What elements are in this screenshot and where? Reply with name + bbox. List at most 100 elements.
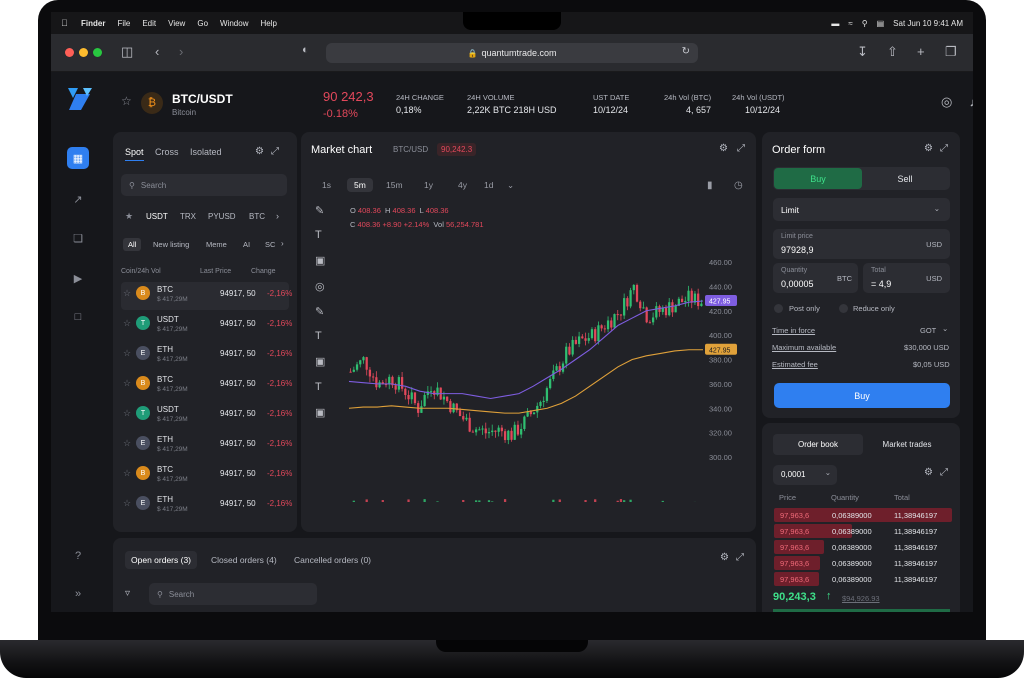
close-window-button[interactable] [65, 48, 74, 57]
favorite-star-icon[interactable]: ☆ [123, 468, 131, 479]
pencil-tool-icon[interactable]: ✎ [315, 204, 324, 217]
tab-closed-orders[interactable]: Closed orders (4) [211, 555, 277, 565]
order-book-row[interactable]: 97,963,6 0,06389000 11,38946197 [774, 572, 952, 587]
wifi-icon[interactable]: ≈ [848, 19, 852, 28]
tf-5m[interactable]: 5m [347, 178, 373, 192]
new-tab-icon[interactable]: + [917, 44, 925, 59]
reload-icon[interactable]: ↻ [682, 46, 690, 57]
menu-view[interactable]: View [168, 19, 185, 28]
address-bar[interactable]: 🔒 quantumtrade.com ↻ [326, 43, 698, 63]
chevron-down-icon[interactable]: ⌄ [942, 324, 948, 333]
order-book-row[interactable]: 97,963,6 0,06389000 11,38946197 [774, 508, 952, 523]
nav-gift-icon[interactable]: □ [67, 306, 89, 328]
menu-edit[interactable]: Edit [142, 19, 156, 28]
total-field[interactable]: Total = 4,9 USD [863, 263, 950, 293]
note-tool-icon[interactable]: ▣ [315, 355, 325, 368]
share-icon[interactable]: ⇧ [887, 44, 898, 60]
tf-4y[interactable]: 4y [458, 180, 467, 190]
quote-tab-trx[interactable]: TRX [180, 212, 196, 221]
menu-window[interactable]: Window [220, 19, 248, 28]
tab-market-trades[interactable]: Market trades [863, 434, 951, 455]
filter-all[interactable]: All [123, 238, 142, 251]
chart-expand-icon[interactable]: ⤢ [737, 143, 745, 154]
tf-1s[interactable]: 1s [322, 180, 331, 190]
brush-tool-icon[interactable]: ✎ [315, 305, 324, 318]
col-coin[interactable]: Coin/24h Vol [121, 268, 161, 275]
nav-video-icon[interactable]: ▶ [67, 267, 89, 289]
market-row[interactable]: ☆ T USDT $ 417,29M 94917, 50 -2,16% [121, 312, 292, 340]
market-row[interactable]: ☆ T USDT $ 417,29M 94917, 50 -2,16% [121, 402, 292, 430]
quote-tab-usdt[interactable]: USDT [146, 212, 168, 221]
buy-button[interactable]: Buy [774, 383, 950, 408]
nav-markets-icon[interactable]: ▦ [67, 147, 89, 169]
menu-file[interactable]: File [117, 19, 130, 28]
buy-tab[interactable]: Buy [774, 168, 862, 189]
pair-symbol[interactable]: BTC/USDT [172, 92, 233, 106]
book-settings-icon[interactable]: ⚙ [924, 467, 933, 478]
settings-sliders-icon[interactable]: ⚙ [255, 146, 264, 157]
menu-extra-icon[interactable]: ▤ [877, 19, 885, 28]
note-tool-icon[interactable]: ▣ [315, 254, 325, 267]
market-row[interactable]: ☆ B BTC $ 417,29M 94917, 50 -2,16% [121, 372, 292, 400]
menu-clock[interactable]: Sat Jun 10 9:41 AM [893, 19, 963, 28]
tab-cancelled-orders[interactable]: Cancelled orders (0) [294, 555, 371, 565]
order-book-row[interactable]: 97,963,6 0,06389000 11,38946197 [774, 540, 952, 555]
filter-sc[interactable]: SC [265, 240, 275, 249]
menu-help[interactable]: Help [260, 19, 276, 28]
tf-1y[interactable]: 1y [424, 180, 433, 190]
reduce-only-radio[interactable] [839, 304, 848, 313]
quote-tab-btc[interactable]: BTC [249, 212, 265, 221]
market-row[interactable]: ☆ E ETH $ 417,29M 94917, 50 -2,16% [121, 492, 292, 520]
filter-new-listing[interactable]: New listing [153, 240, 189, 249]
sell-tab[interactable]: Sell [862, 168, 948, 189]
market-row[interactable]: ☆ E ETH $ 417,29M 94917, 50 -2,16% [121, 432, 292, 460]
menu-app-name[interactable]: Finder [81, 19, 105, 28]
favorite-star-icon[interactable]: ☆ [123, 438, 131, 449]
favorite-star-icon[interactable]: ☆ [123, 318, 131, 329]
col-last-price[interactable]: Last Price [200, 268, 231, 275]
quantity-field[interactable]: Quantity 0,00005 BTC [773, 263, 858, 293]
tab-cross[interactable]: Cross [155, 147, 179, 157]
minimize-window-button[interactable] [79, 48, 88, 57]
favorite-star-icon[interactable]: ☆ [123, 498, 131, 509]
apple-icon[interactable]:  [61, 18, 71, 28]
order-expand-icon[interactable]: ⤢ [940, 143, 948, 154]
tab-isolated[interactable]: Isolated [190, 147, 222, 157]
filter-meme[interactable]: Meme [206, 240, 227, 249]
nav-chart-icon[interactable]: ↗ [67, 188, 89, 210]
favorite-star-icon[interactable]: ☆ [121, 94, 132, 108]
shield-icon[interactable]: ◐ [302, 44, 309, 56]
candle-type-icon[interactable]: ▮ [707, 180, 713, 191]
market-search[interactable]: ⚲ Search [121, 174, 287, 196]
note-tool-icon[interactable]: ▣ [315, 406, 325, 419]
filter-ai[interactable]: AI [243, 240, 250, 249]
spotlight-icon[interactable]: ⚲ [862, 19, 868, 28]
menu-go[interactable]: Go [197, 19, 208, 28]
time-in-force-label[interactable]: Time in force [772, 326, 815, 335]
limit-price-field[interactable]: Limit price 97928,9 USD [773, 229, 950, 259]
sidebar-toggle-icon[interactable]: ◫ [121, 44, 133, 60]
forward-icon[interactable]: › [179, 44, 183, 59]
favorite-star-icon[interactable]: ☆ [123, 378, 131, 389]
orders-settings-icon[interactable]: ⚙ [720, 552, 729, 563]
bell-icon[interactable]: ♫ [969, 94, 973, 109]
control-center-icon[interactable]: ▬ [831, 19, 839, 28]
zoom-window-button[interactable] [93, 48, 102, 57]
back-icon[interactable]: ‹ [155, 44, 159, 59]
order-book-row[interactable]: 97,963,6 0,06389000 11,38946197 [774, 524, 952, 539]
text-tool-icon[interactable]: T [315, 381, 322, 393]
market-row[interactable]: ☆ B BTC $ 417,29M 94917, 50 -2,16% [121, 462, 292, 490]
tf-15m[interactable]: 15m [386, 180, 403, 190]
tab-order-book[interactable]: Order book [773, 434, 863, 455]
precision-select[interactable]: 0,0001 ⌄ [773, 465, 837, 485]
time-in-force-value[interactable]: GOT [920, 326, 936, 335]
candlestick-chart[interactable]: 460.00 440.00 420.00 400.00 380.00 360.00 340.… [341, 212, 753, 502]
order-settings-icon[interactable]: ⚙ [924, 143, 933, 154]
favorite-star-icon[interactable]: ☆ [123, 288, 131, 299]
expand-icon[interactable]: ⤢ [271, 146, 279, 157]
col-change[interactable]: Change [251, 268, 276, 275]
indicator-icon[interactable]: ◷ [734, 180, 743, 191]
nav-expand-icon[interactable]: » [67, 583, 89, 605]
favorite-star-icon[interactable]: ☆ [123, 408, 131, 419]
text-tool-icon[interactable]: T [315, 229, 322, 241]
